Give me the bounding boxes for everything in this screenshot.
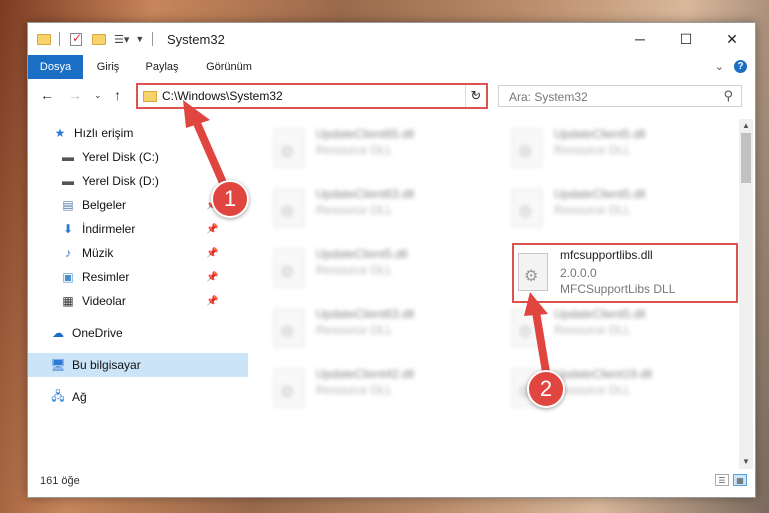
arrow-2 (524, 292, 550, 376)
annotation-badge-1: 1 (211, 180, 249, 218)
annotation-badge-2: 2 (527, 370, 565, 408)
arrow-1 (183, 100, 228, 189)
annotation-arrows (183, 100, 550, 376)
